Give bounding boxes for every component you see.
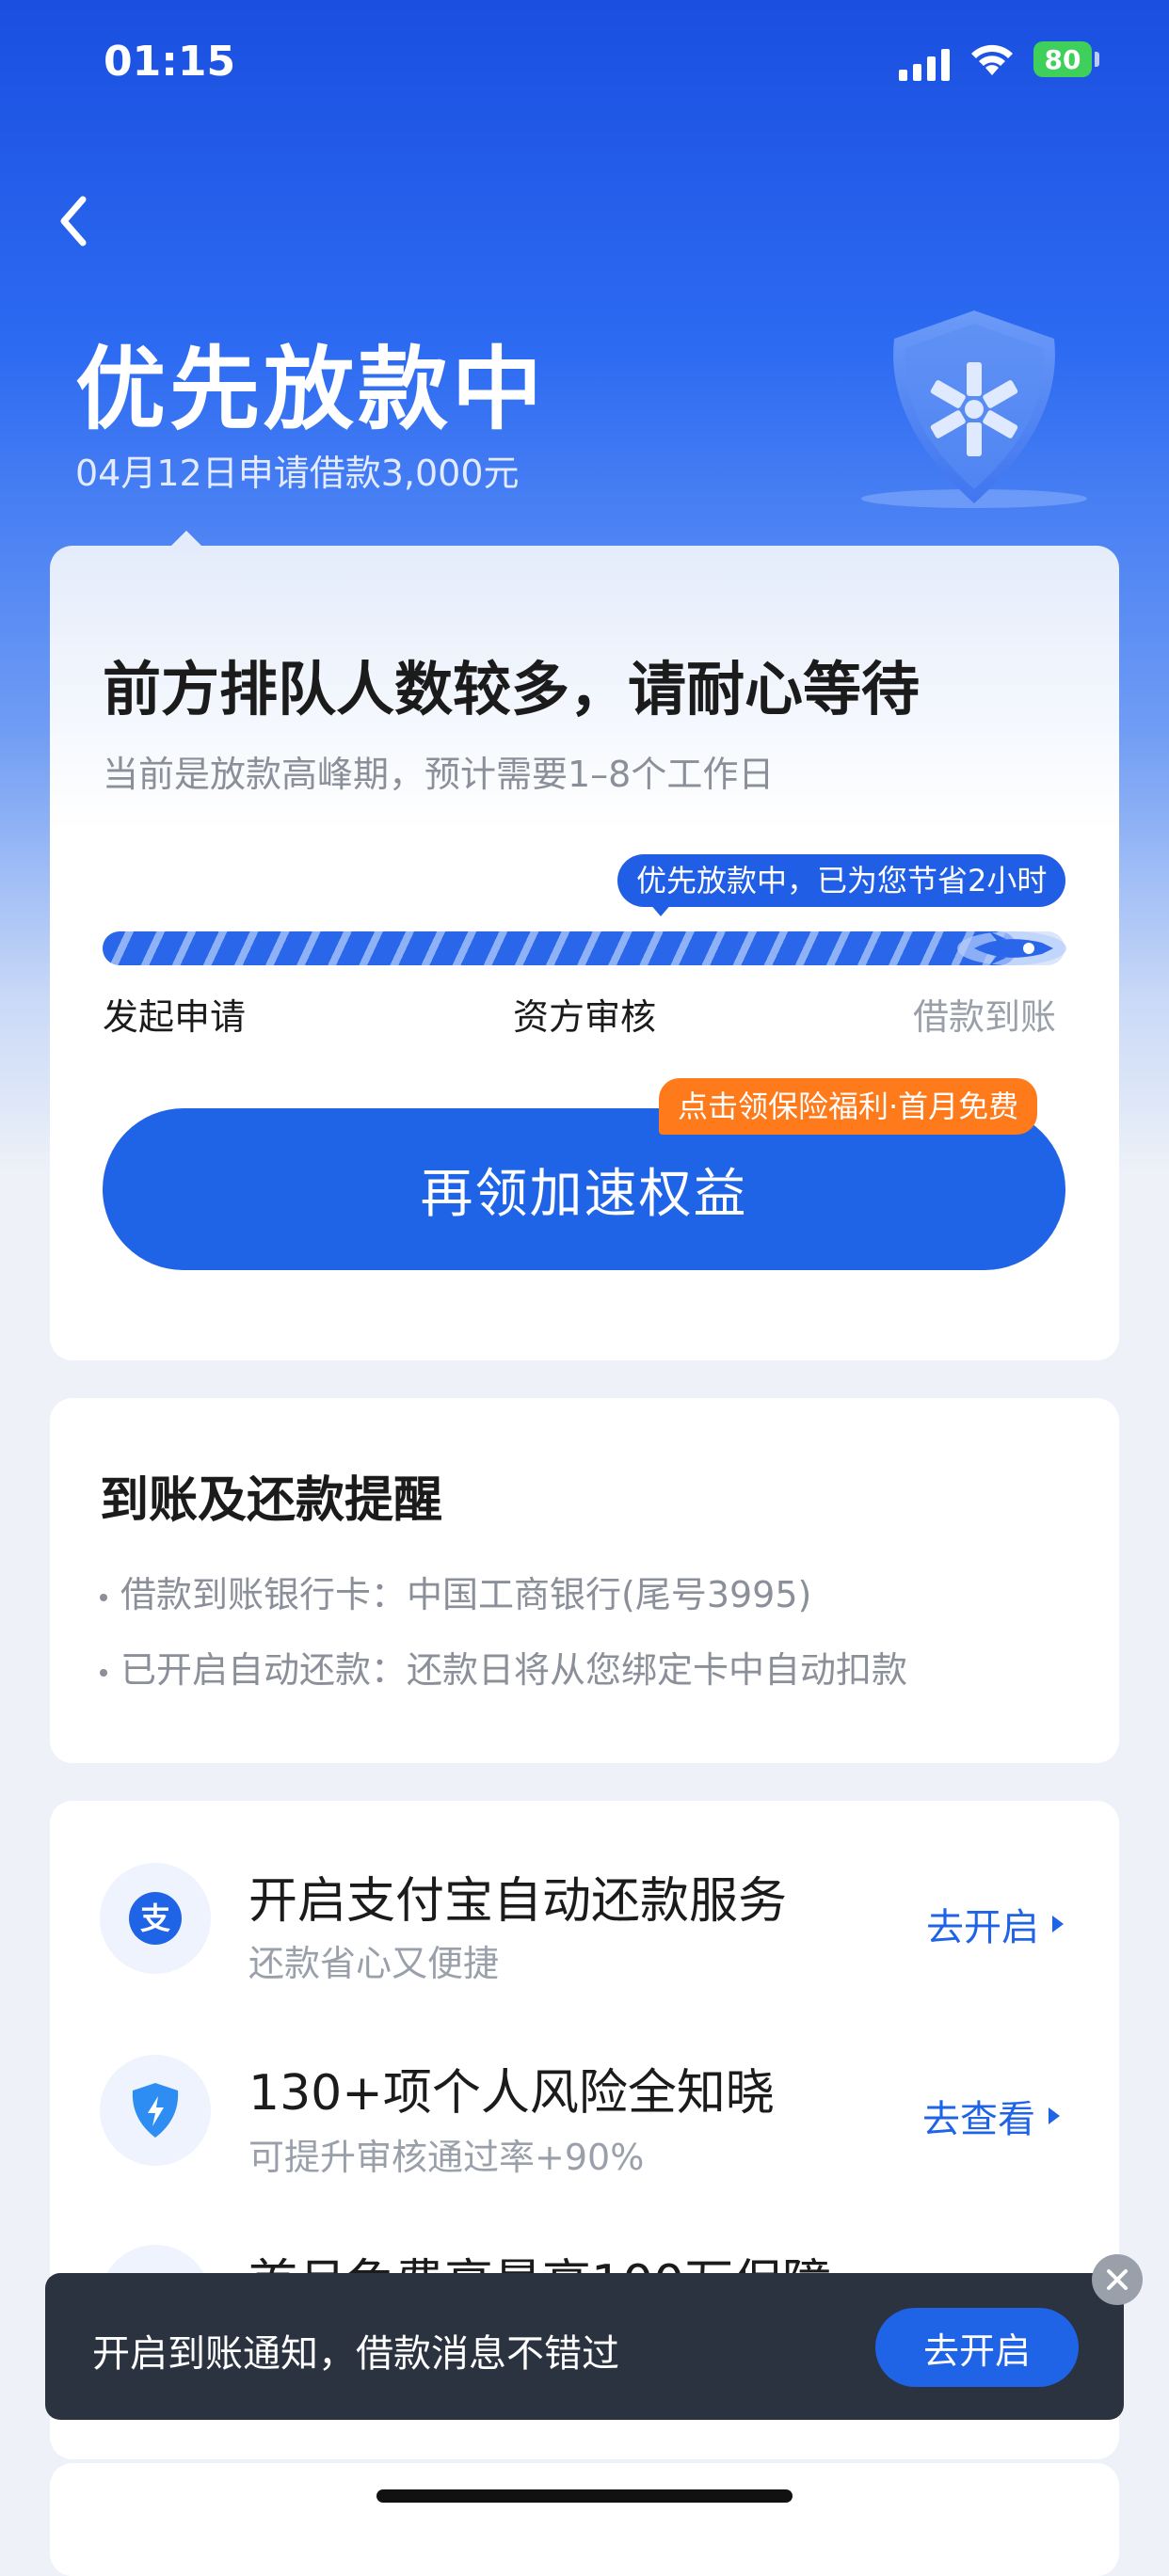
close-icon[interactable] (1092, 2254, 1143, 2305)
shield-bolt-icon (100, 2055, 211, 2166)
home-indicator (376, 2489, 793, 2503)
view-risk-link[interactable]: 去查看 (922, 2089, 1060, 2143)
progress-track (103, 931, 1065, 965)
bullet-dot (100, 1668, 107, 1677)
toast-enable-button[interactable]: 去开启 (875, 2308, 1079, 2387)
shield-logo-icon (857, 301, 1092, 527)
battery-level: 80 (1044, 43, 1081, 75)
service-subtitle: 还款省心又便捷 (248, 1943, 500, 1984)
service-subtitle: 可提升审核通过率+90% (248, 2137, 645, 2178)
triangle-right-icon (1052, 1916, 1064, 1932)
bullet-dot (100, 1593, 107, 1601)
page-subtitle: 04月12日申请借款3,000元 (75, 453, 520, 494)
queue-subheading: 当前是放款高峰期，预计需要1–8个工作日 (103, 754, 775, 795)
toast-text: 开启到账通知，借款消息不错过 (92, 2332, 619, 2376)
triangle-right-icon (1049, 2107, 1060, 2124)
promo-tag[interactable]: 点击领保险福利·首月免费 (659, 1078, 1038, 1135)
view-risk-label: 去查看 (922, 2098, 1035, 2141)
step-arrival: 借款到账 (913, 996, 1057, 1038)
reminder-item: 已开启自动还款：还款日将从您绑定卡中自动扣款 (100, 1641, 907, 1693)
progress-bubble-tail (649, 903, 672, 916)
back-icon[interactable] (49, 188, 105, 254)
battery-icon: 80 (1033, 41, 1092, 77)
svg-text:支: 支 (140, 1900, 170, 1936)
page-title: 优先放款中 (75, 337, 546, 442)
alipay-icon: 支 (100, 1863, 211, 1974)
next-card (50, 2463, 1119, 2576)
wifi-icon (968, 40, 1017, 81)
battery-nub (1095, 52, 1099, 67)
enable-autopay-label: 去开启 (926, 1906, 1039, 1949)
reminder-item-text: 已开启自动还款：还款日将从您绑定卡中自动扣款 (120, 1649, 908, 1691)
queue-heading: 前方排队人数较多，请耐心等待 (103, 655, 921, 724)
service-title: 130+项个人风险全知晓 (248, 2065, 775, 2122)
status-time: 01:15 (104, 38, 236, 86)
reminder-title: 到账及还款提醒 (100, 1472, 443, 1529)
cellular-signal-icon (899, 47, 952, 81)
reminder-item-text: 借款到账银行卡：中国工商银行(尾号3995) (120, 1574, 812, 1615)
rocket-icon (955, 920, 1068, 980)
progress-bubble: 优先放款中，已为您节省2小时 (617, 854, 1066, 907)
reminder-item: 借款到账银行卡：中国工商银行(尾号3995) (100, 1566, 811, 1617)
enable-autopay-link[interactable]: 去开启 (926, 1897, 1064, 1951)
progress-fill (103, 931, 1017, 965)
service-title: 开启支付宝自动还款服务 (248, 1873, 788, 1930)
